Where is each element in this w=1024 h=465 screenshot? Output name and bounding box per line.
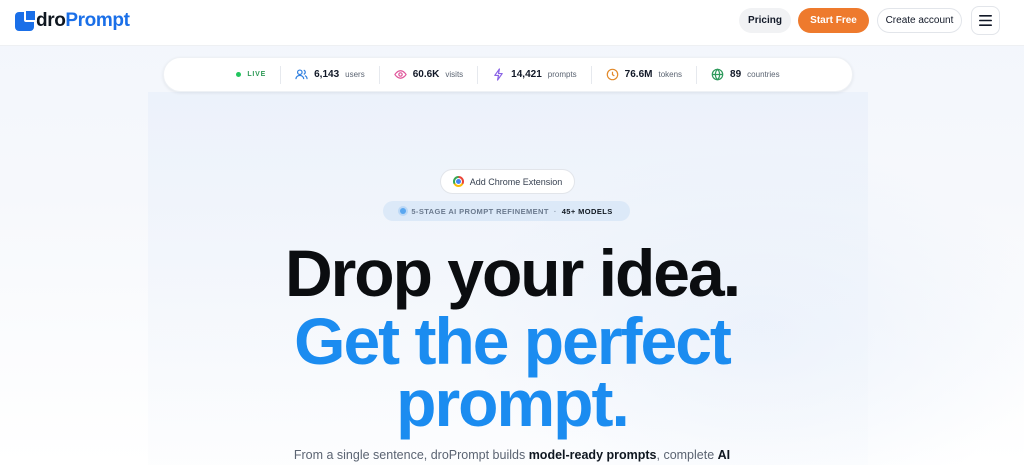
hero-headline-line1: Drop your idea. — [284, 236, 741, 310]
start-free-button[interactable]: Start Free — [798, 8, 869, 33]
stat-tokens-label: tokens — [658, 70, 683, 79]
badge-models-text: 45+ MODELS — [561, 206, 613, 216]
live-dot-icon — [236, 72, 242, 77]
clock-icon — [606, 68, 618, 81]
stat-users-value: 6,143 — [314, 69, 340, 80]
live-label: LIVE — [247, 71, 267, 78]
stat-visits-value: 60.6K — [412, 69, 440, 80]
create-account-button[interactable]: Create account — [877, 8, 962, 33]
logo-mark-icon — [15, 8, 37, 31]
eye-icon — [393, 70, 407, 79]
badge-stages-text: 5-STAGE AI PROMPT REFINEMENT — [411, 206, 549, 216]
stat-countries: 89 countries — [696, 65, 794, 84]
hero-headline-line3: prompt. — [396, 366, 630, 440]
stat-prompts-value: 14,421 — [511, 69, 542, 80]
stat-prompts-label: prompts — [547, 70, 577, 79]
logo[interactable]: droPrompt — [15, 8, 130, 32]
logo-text-prefix: dro — [36, 10, 66, 31]
hero-subheadline: From a single sentence, droPrompt builds… — [0, 448, 1024, 462]
hamburger-icon — [979, 15, 992, 26]
badge-separator: · — [553, 206, 557, 216]
stat-users-label: users — [345, 70, 365, 79]
users-icon — [295, 69, 308, 80]
subheadline-text-1: From a single sentence, droPrompt builds — [293, 448, 529, 462]
globe-icon — [711, 68, 724, 81]
badge-dot-icon — [400, 208, 407, 214]
hero-headline-line2: Get the perfect — [294, 304, 732, 378]
pricing-button[interactable]: Pricing — [739, 8, 791, 33]
chrome-icon — [452, 176, 464, 187]
stat-visits: 60.6K visits — [378, 65, 477, 84]
stat-users: 6,143 users — [280, 65, 379, 84]
subheadline-bold-1: model-ready prompts — [528, 448, 657, 462]
stat-visits-label: visits — [445, 70, 464, 79]
stat-prompts: 14,421 prompts — [477, 65, 591, 84]
add-chrome-extension-button[interactable]: Add Chrome Extension — [440, 169, 575, 194]
logo-text-suffix: Prompt — [65, 10, 130, 31]
stat-countries-label: countries — [747, 70, 780, 79]
logo-text: droPrompt — [36, 10, 130, 32]
bolt-icon — [494, 68, 503, 81]
add-chrome-extension-label: Add Chrome Extension — [469, 176, 563, 187]
refinement-badge: 5-STAGE AI PROMPT REFINEMENT · 45+ MODEL… — [383, 201, 630, 221]
stat-countries-value: 89 — [730, 69, 742, 80]
top-navbar: droPrompt Pricing Start Free Create acco… — [0, 0, 1024, 46]
stat-tokens-value: 76.6M — [624, 69, 653, 80]
live-stats-bar: LIVE 6,143 users 60.6K visits 14,421 pro… — [163, 57, 853, 92]
stat-tokens: 76.6M tokens — [590, 65, 696, 84]
stat-live: LIVE — [222, 66, 280, 84]
menu-button[interactable] — [971, 6, 1000, 35]
subheadline-bold-2: AI — [717, 448, 731, 462]
subheadline-text-2: , complete — [656, 448, 718, 462]
